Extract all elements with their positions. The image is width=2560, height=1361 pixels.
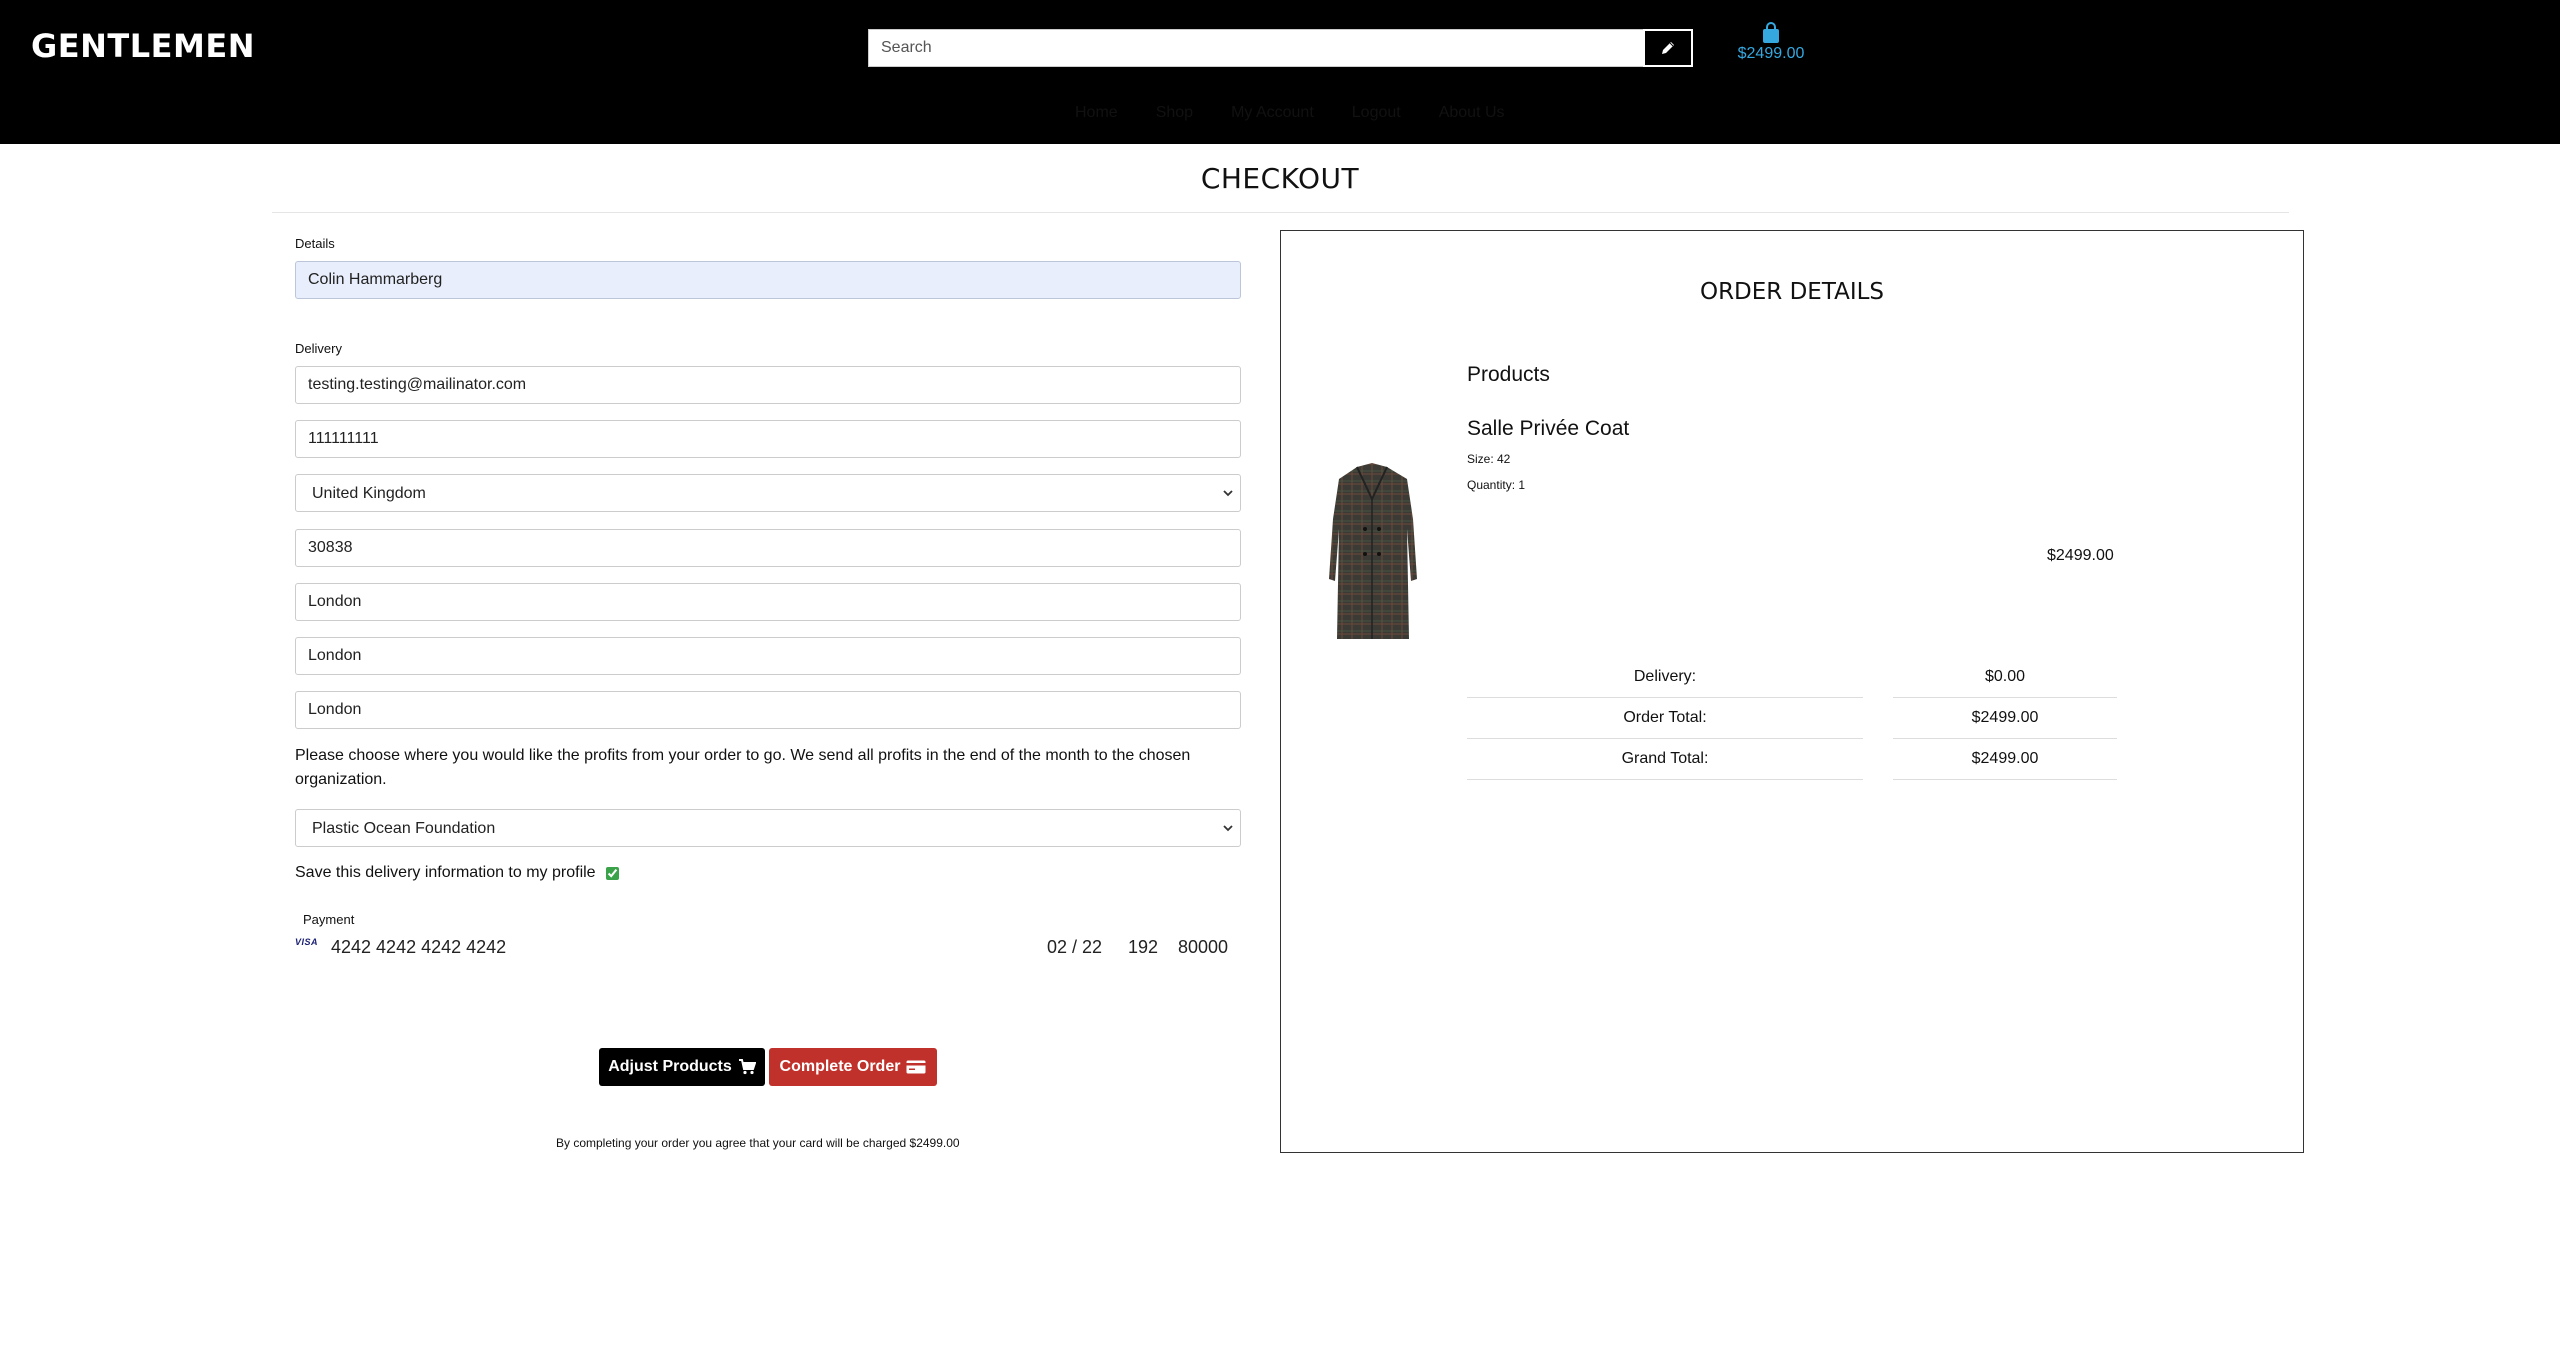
- shopping-bag-icon: [1763, 22, 1779, 43]
- product-image[interactable]: [1317, 459, 1427, 649]
- order-details-panel: ORDER DETAILS Products Salle Privée Coat…: [1280, 230, 2304, 1153]
- search-button[interactable]: [1643, 29, 1693, 67]
- nav-shop[interactable]: Shop: [1137, 104, 1212, 122]
- card-element[interactable]: VISA 4242 4242 4242 4242 02 / 22 192 800…: [295, 935, 1241, 959]
- card-number-field[interactable]: 4242 4242 4242 4242: [331, 937, 506, 958]
- grand-total-row: Grand Total: $2499.00: [1467, 740, 2117, 780]
- charity-select[interactable]: Plastic Ocean Foundation: [295, 809, 1241, 847]
- site-logo[interactable]: GENTLEMEN: [31, 27, 255, 65]
- cart-link[interactable]: $2499.00: [1733, 22, 1809, 63]
- complete-order-label: Complete Order: [779, 1058, 901, 1075]
- search-bar: [868, 29, 1693, 67]
- postcode-field[interactable]: [295, 529, 1241, 567]
- save-info-row: Save this delivery information to my pro…: [295, 864, 619, 882]
- delivery-label: Delivery: [295, 341, 342, 356]
- page-title: CHECKOUT: [1200, 162, 1360, 195]
- main-nav: Home Shop My Account Logout About Us: [1055, 104, 1524, 122]
- country-select[interactable]: United Kingdom: [295, 474, 1241, 512]
- product-quantity: Quantity: 1: [1467, 478, 1526, 492]
- grand-total-value: $2499.00: [1971, 750, 2039, 767]
- row-divider: [1893, 779, 2117, 780]
- nav-about-us[interactable]: About Us: [1420, 104, 1524, 122]
- save-info-checkbox[interactable]: [605, 866, 619, 880]
- delivery-total-value: $0.00: [1984, 668, 2026, 685]
- grand-total-label: Grand Total:: [1621, 750, 1709, 767]
- nav-home[interactable]: Home: [1055, 104, 1137, 122]
- street-address-2-field[interactable]: [295, 691, 1241, 729]
- order-total-row: Order Total: $2499.00: [1467, 699, 2117, 739]
- site-header: GENTLEMEN $2499.00 Home Shop My Account …: [0, 0, 2560, 144]
- save-info-label: Save this delivery information to my pro…: [295, 864, 596, 881]
- adjust-products-label: Adjust Products: [608, 1058, 732, 1075]
- nav-logout[interactable]: Logout: [1333, 104, 1420, 122]
- charge-agreement-text: By completing your order you agree that …: [556, 1136, 960, 1150]
- phone-field[interactable]: [295, 420, 1241, 458]
- delivery-total-label: Delivery:: [1633, 668, 1697, 685]
- payment-label: Payment: [303, 912, 355, 927]
- row-divider: [1893, 697, 2117, 698]
- row-divider: [1467, 738, 1863, 739]
- product-name[interactable]: Salle Privée Coat: [1467, 417, 1629, 441]
- delivery-row: Delivery: $0.00: [1467, 658, 2117, 698]
- card-zip-field[interactable]: 80000: [1178, 937, 1228, 958]
- search-input[interactable]: [868, 29, 1643, 67]
- street-address-1-field[interactable]: [295, 637, 1241, 675]
- pencil-icon: [1662, 42, 1674, 54]
- town-field[interactable]: [295, 583, 1241, 621]
- title-divider: [272, 212, 2289, 213]
- shopping-cart-icon: [738, 1059, 756, 1075]
- full-name-field[interactable]: [295, 261, 1241, 299]
- charity-instructions: Please choose where you would like the p…: [295, 747, 1191, 788]
- details-label: Details: [295, 236, 335, 251]
- order-details-title: ORDER DETAILS: [1699, 279, 1885, 305]
- cart-total: $2499.00: [1737, 45, 1805, 62]
- card-expiry-field[interactable]: 02 / 22: [1047, 937, 1102, 958]
- card-cvc-field[interactable]: 192: [1128, 937, 1158, 958]
- order-total-label: Order Total:: [1623, 709, 1707, 726]
- email-field[interactable]: [295, 366, 1241, 404]
- adjust-products-button[interactable]: Adjust Products: [599, 1048, 765, 1086]
- visa-icon: VISA: [295, 937, 319, 947]
- order-total-value: $2499.00: [1971, 709, 2039, 726]
- product-size: Size: 42: [1467, 452, 1511, 466]
- product-price: $2499.00: [2047, 547, 2114, 564]
- row-divider: [1893, 738, 2117, 739]
- products-heading: Products: [1467, 363, 1550, 386]
- row-divider: [1467, 697, 1863, 698]
- row-divider: [1467, 779, 1863, 780]
- complete-order-button[interactable]: Complete Order: [769, 1048, 937, 1086]
- nav-my-account[interactable]: My Account: [1212, 104, 1333, 122]
- credit-card-icon: [906, 1060, 926, 1074]
